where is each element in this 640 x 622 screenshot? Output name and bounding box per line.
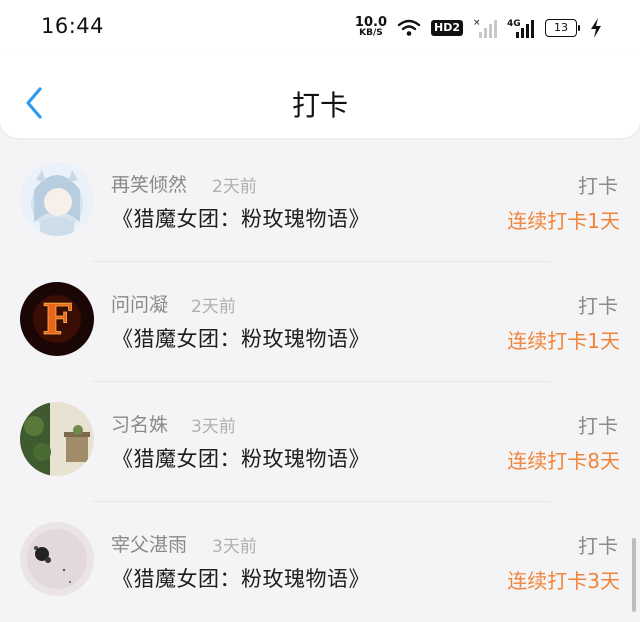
network-speed-value: 10.0 — [354, 15, 387, 30]
checkin-list: 再笑倾然 2天前 《猎魔女团：粉玫瑰物语》 打卡 连续打卡1天 F F 问问凝 … — [0, 142, 640, 622]
book-title[interactable]: 《猎魔女团：粉玫瑰物语》 — [112, 323, 370, 353]
signal-sim2-icon: 4G — [507, 19, 534, 38]
avatar[interactable]: F F — [20, 282, 94, 356]
checkin-label: 打卡 — [578, 174, 618, 198]
list-item[interactable]: 宰父湛雨 3天前 《猎魔女团：粉玫瑰物语》 打卡 连续打卡3天 — [0, 502, 640, 622]
streak-label: 连续打卡1天 — [507, 329, 620, 353]
time-ago: 3天前 — [191, 417, 236, 437]
battery-level: 13 — [545, 19, 577, 37]
list-item[interactable]: 习名姝 3天前 《猎魔女团：粉玫瑰物语》 打卡 连续打卡8天 — [0, 382, 640, 502]
status-icons: 10.0 KB/S HD2 × 4G 13 — [355, 14, 602, 42]
list-item[interactable]: 再笑倾然 2天前 《猎魔女团：粉玫瑰物语》 打卡 连续打卡1天 — [0, 142, 640, 262]
avatar[interactable] — [20, 522, 94, 596]
checkin-label: 打卡 — [578, 294, 618, 318]
status-time: 16:44 — [41, 14, 105, 38]
signal-sim1-icon: × — [473, 18, 497, 38]
avatar[interactable] — [20, 162, 94, 236]
list-item[interactable]: F F 问问凝 2天前 《猎魔女团：粉玫瑰物语》 打卡 连续打卡1天 — [0, 262, 640, 382]
scrollbar[interactable] — [632, 538, 636, 612]
streak-label: 连续打卡3天 — [507, 569, 620, 593]
user-name: 宰父湛雨 — [111, 534, 188, 556]
user-name: 再笑倾然 — [111, 174, 188, 196]
time-ago: 2天前 — [212, 177, 257, 197]
checkin-label: 打卡 — [578, 414, 618, 438]
network-type-label: 4G — [507, 19, 521, 29]
user-name: 习名姝 — [111, 414, 169, 436]
svg-text:×: × — [473, 18, 481, 28]
nav-header: 打卡 — [0, 56, 640, 138]
book-title[interactable]: 《猎魔女团：粉玫瑰物语》 — [112, 443, 370, 473]
charging-icon — [591, 18, 601, 38]
wifi-icon — [397, 19, 421, 36]
status-bar: 16:44 10.0 KB/S HD2 × 4G 13 — [0, 0, 640, 56]
page-title: 打卡 — [291, 89, 348, 122]
book-title[interactable]: 《猎魔女团：粉玫瑰物语》 — [112, 563, 370, 593]
network-speed: 10.0 KB/S — [354, 15, 387, 38]
avatar[interactable] — [20, 402, 94, 476]
battery-icon: 13 — [545, 19, 580, 37]
streak-label: 连续打卡1天 — [507, 209, 620, 233]
book-title[interactable]: 《猎魔女团：粉玫瑰物语》 — [112, 203, 370, 233]
user-name: 问问凝 — [111, 294, 169, 316]
hd-badge: HD2 — [431, 20, 463, 36]
network-speed-unit: KB/S — [359, 28, 383, 38]
checkin-label: 打卡 — [578, 534, 618, 558]
streak-label: 连续打卡8天 — [507, 449, 620, 473]
time-ago: 2天前 — [191, 297, 236, 317]
svg-text:F: F — [42, 295, 72, 344]
time-ago: 3天前 — [212, 537, 257, 557]
